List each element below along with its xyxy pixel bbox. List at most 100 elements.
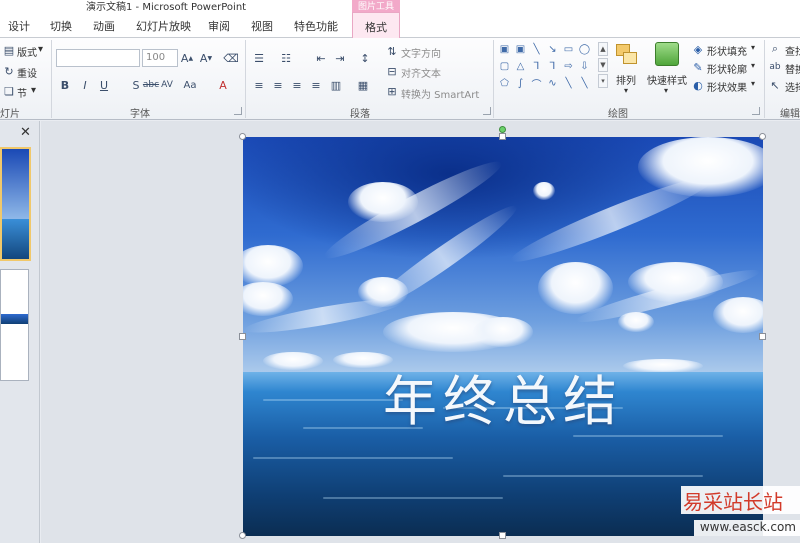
shrink-font-icon[interactable]: A ▼ [199, 51, 213, 65]
group-divider [764, 40, 765, 118]
close-icon[interactable]: ✕ [20, 125, 31, 140]
shadow-icon[interactable]: S [129, 78, 143, 92]
resize-handle-top-right[interactable] [759, 133, 766, 140]
right-arrow-shape-icon[interactable]: ⇨ [562, 60, 575, 72]
convert-smartart-button[interactable]: 转换为 SmartArt [401, 86, 479, 101]
resize-handle-bottom[interactable] [499, 532, 506, 539]
justify-icon[interactable]: ≡ [309, 78, 323, 92]
layout-button[interactable]: 版式 [17, 44, 37, 59]
cloud [618, 312, 654, 332]
shape-effects-button[interactable]: 形状效果 [707, 79, 747, 94]
elbow-arrow-shape-icon[interactable]: ⅂ [546, 60, 559, 72]
rotate-handle[interactable] [499, 126, 506, 133]
shape-effects-dropdown-icon[interactable]: ▾ [751, 79, 755, 88]
shape-fill-button[interactable]: 形状填充 [707, 43, 747, 58]
bold-icon[interactable]: B [58, 78, 72, 92]
curve-shape-icon[interactable]: ∫ [514, 77, 527, 89]
title-bar: 演示文稿1 - Microsoft PowerPoint [0, 0, 800, 13]
paragraph-dialog-launcher-icon[interactable] [483, 107, 491, 115]
increase-indent-icon[interactable]: ⇥ [333, 51, 347, 65]
resize-handle-top[interactable] [499, 133, 506, 140]
tab-slideshow[interactable]: 幻灯片放映 [136, 18, 191, 34]
align-text-button[interactable]: 对齐文本 [401, 65, 441, 80]
character-spacing-icon[interactable]: AV [160, 78, 174, 92]
replace-button[interactable]: 替换 [785, 61, 800, 76]
wave-shape-icon[interactable]: ∿ [546, 77, 559, 89]
tab-format[interactable]: 格式 [352, 12, 400, 39]
gallery-down-icon[interactable]: ▼ [598, 58, 608, 72]
quick-styles-icon[interactable] [655, 42, 679, 66]
strikethrough-icon[interactable]: abc [143, 78, 159, 92]
line-shape-icon[interactable]: ╲ [530, 43, 543, 55]
slide-thumbnail-2[interactable] [0, 269, 29, 381]
resize-handle-bottom-left[interactable] [239, 532, 246, 539]
shape-outline-icon: ✎ [693, 60, 703, 74]
find-button[interactable]: 查找 [785, 43, 800, 58]
arrange-button[interactable]: 排列 [616, 72, 636, 87]
rounded-rectangle-shape-icon[interactable]: ▢ [498, 60, 511, 72]
tab-special-features[interactable]: 特色功能 [294, 18, 338, 34]
elbow-connector-shape-icon[interactable]: ⅂ [530, 60, 543, 72]
font-name-combo[interactable] [56, 49, 140, 67]
select-button[interactable]: 选择 [785, 79, 800, 94]
font-color-icon[interactable]: A [216, 78, 230, 92]
line-spacing-icon[interactable]: ↕ [358, 51, 372, 65]
font-size-combo[interactable]: 100 [142, 49, 178, 67]
underline-icon[interactable]: U [97, 78, 111, 92]
decrease-indent-icon[interactable]: ⇤ [314, 51, 328, 65]
italic-icon[interactable]: I [78, 78, 92, 92]
align-center-icon[interactable]: ≡ [271, 78, 285, 92]
rectangle-shape-icon[interactable]: ▭ [562, 43, 575, 55]
drawing-dialog-launcher-icon[interactable] [752, 107, 760, 115]
resize-handle-top-left[interactable] [239, 133, 246, 140]
section-button[interactable]: 节 [17, 85, 27, 100]
gallery-up-icon[interactable]: ▲ [598, 42, 608, 56]
columns-icon[interactable]: ▦ [356, 78, 370, 92]
shape-outline-button[interactable]: 形状轮廓 [707, 61, 747, 76]
align-left-icon[interactable]: ≡ [252, 78, 266, 92]
triangle-shape-icon[interactable]: △ [514, 60, 527, 72]
layout-dropdown-icon[interactable]: ▾ [38, 44, 43, 55]
shape-outline-dropdown-icon[interactable]: ▾ [751, 61, 755, 70]
quick-styles-button[interactable]: 快速样式 [647, 72, 687, 87]
change-case-icon[interactable]: Aa [183, 78, 197, 92]
shape-fill-dropdown-icon[interactable]: ▾ [751, 43, 755, 52]
smartart-icon: ⊞ [387, 84, 397, 98]
arrow-line-shape-icon[interactable]: ↘ [546, 43, 559, 55]
pentagon-shape-icon[interactable]: ⬠ [498, 77, 511, 89]
clear-formatting-icon[interactable]: ⌫ [223, 51, 239, 65]
arrange-icon[interactable] [614, 42, 640, 68]
cloud [538, 262, 613, 314]
tab-animations[interactable]: 动画 [93, 18, 115, 34]
tab-design[interactable]: 设计 [8, 18, 30, 34]
distributed-icon[interactable]: ▥ [329, 78, 343, 92]
font-dialog-launcher-icon[interactable] [234, 107, 242, 115]
slide-title-text[interactable]: 年终总结 [243, 357, 763, 436]
arrange-dropdown-icon[interactable]: ▾ [624, 86, 628, 95]
quick-styles-dropdown-icon[interactable]: ▾ [664, 86, 668, 95]
reset-button[interactable]: 重设 [17, 65, 37, 80]
wave [253, 457, 453, 459]
section-dropdown-icon[interactable]: ▾ [31, 85, 36, 96]
freeform-shape-icon[interactable]: ╲ [562, 77, 575, 89]
scribble-shape-icon[interactable]: ╲ [578, 77, 591, 89]
textbox-shape-icon[interactable]: ▣ [498, 43, 511, 55]
ribbon: ▤ 版式 ▾ ↻ 重设 ❏ 节 ▾ 灯片 100 A ▲ A ▼ ⌫ B I U S… [0, 38, 800, 120]
tab-view[interactable]: 视图 [251, 18, 273, 34]
vertical-textbox-shape-icon[interactable]: ▣ [514, 43, 527, 55]
numbering-icon[interactable]: ☷ [279, 51, 293, 65]
oval-shape-icon[interactable]: ◯ [578, 43, 591, 55]
text-direction-button[interactable]: 文字方向 [401, 45, 441, 60]
slide-thumbnail-1[interactable] [0, 147, 31, 261]
arc-shape-icon[interactable]: ⌒ [530, 77, 543, 91]
align-right-icon[interactable]: ≡ [290, 78, 304, 92]
resize-handle-left[interactable] [239, 333, 246, 340]
tab-transitions[interactable]: 切换 [50, 18, 72, 34]
gallery-more-icon[interactable]: ▾ [598, 74, 608, 88]
down-arrow-shape-icon[interactable]: ⇩ [578, 60, 591, 72]
slide[interactable]: 年终总结 [243, 137, 763, 536]
bullets-icon[interactable]: ☰ [252, 51, 266, 65]
grow-font-icon[interactable]: A ▲ [180, 51, 194, 65]
tab-review[interactable]: 审阅 [208, 18, 230, 34]
resize-handle-right[interactable] [759, 333, 766, 340]
